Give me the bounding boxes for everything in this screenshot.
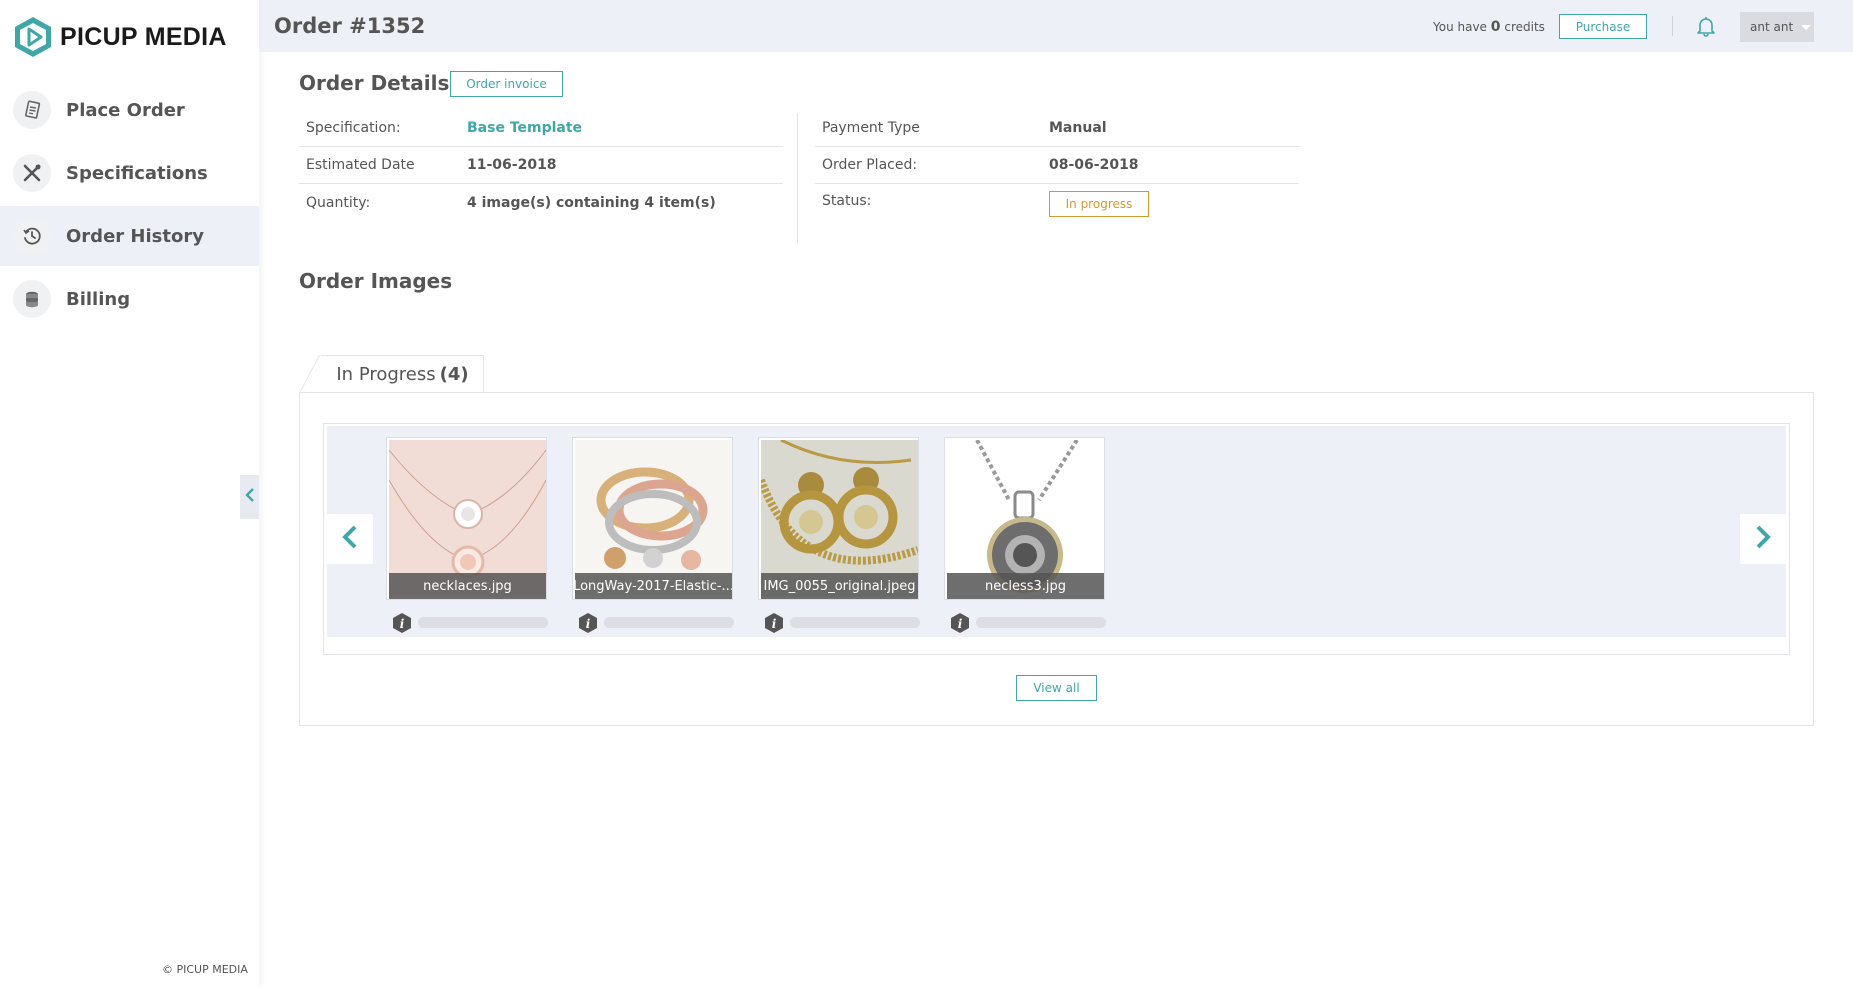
tab-in-progress[interactable]: In Progress (4)	[322, 356, 483, 392]
tab-label: In Progress	[336, 363, 436, 385]
image-thumbnail[interactable]: necklaces.jpg	[386, 437, 547, 600]
brand-logo[interactable]: PICUP MEDIA	[14, 15, 227, 59]
top-header: Order #1352 You have 0 credits Purchase …	[259, 0, 1853, 52]
page-title: Order #1352	[274, 14, 426, 38]
sidebar-item-billing[interactable]: Billing	[0, 269, 259, 329]
detail-row-order-placed: Order Placed: 08-06-2018	[815, 147, 1299, 184]
progress-bar	[418, 617, 548, 628]
detail-value: 11-06-2018	[467, 157, 557, 173]
detail-label: Status:	[822, 193, 872, 209]
svg-text:i: i	[958, 617, 963, 631]
image-filename: necklaces.jpg	[389, 573, 546, 599]
app: PICUP MEDIA Place Order Specifications O…	[0, 0, 1853, 988]
info-icon[interactable]: i	[391, 612, 413, 634]
detail-row-status: Status: In progress	[815, 184, 1299, 228]
order-invoice-button[interactable]: Order invoice	[450, 71, 563, 97]
detail-value: 08-06-2018	[1049, 157, 1139, 173]
order-images-title: Order Images	[299, 269, 453, 293]
detail-row-payment-type: Payment Type Manual	[815, 110, 1299, 147]
bell-icon[interactable]	[1694, 14, 1718, 38]
receipt-icon	[13, 91, 51, 129]
brand-name: PICUP MEDIA	[60, 22, 227, 51]
sidebar-item-place-order[interactable]: Place Order	[0, 80, 259, 140]
info-icon[interactable]: i	[577, 612, 599, 634]
sidebar-item-specifications[interactable]: Specifications	[0, 143, 259, 203]
sidebar: PICUP MEDIA Place Order Specifications O…	[0, 0, 259, 988]
image-thumbnail[interactable]: IMG_0055_original.jpeg	[758, 437, 919, 600]
credits-prefix: You have	[1433, 20, 1487, 34]
detail-row-specification: Specification: Base Template	[299, 110, 783, 147]
detail-row-quantity: Quantity: 4 image(s) containing 4 item(s…	[299, 184, 783, 221]
purchase-button[interactable]: Purchase	[1559, 14, 1647, 39]
credits-value: 0	[1490, 19, 1501, 35]
progress-bar	[790, 617, 920, 628]
detail-label: Specification:	[306, 120, 401, 136]
detail-label: Order Placed:	[822, 157, 918, 173]
coins-icon	[13, 280, 51, 318]
progress-bar	[604, 617, 734, 628]
tools-icon	[13, 154, 51, 192]
svg-text:i: i	[772, 617, 777, 631]
progress-bar	[976, 617, 1106, 628]
image-filename: necless3.jpg	[947, 573, 1104, 599]
detail-label: Estimated Date	[306, 157, 415, 173]
view-all-button[interactable]: View all	[1016, 675, 1097, 701]
info-icon[interactable]: i	[949, 612, 971, 634]
chevron-left-icon	[244, 487, 255, 507]
detail-value: Manual	[1049, 120, 1107, 136]
chevron-right-icon	[1755, 524, 1771, 554]
sidebar-item-label: Specifications	[66, 162, 208, 184]
detail-row-estimated-date: Estimated Date 11-06-2018	[299, 147, 783, 184]
user-name: ant ant	[1750, 20, 1794, 34]
gallery-prev-button[interactable]	[327, 514, 373, 564]
order-details-right: Payment Type Manual Order Placed: 08-06-…	[815, 110, 1299, 228]
detail-label: Payment Type	[822, 120, 920, 136]
specification-link[interactable]: Base Template	[467, 120, 582, 136]
detail-label: Quantity:	[306, 194, 371, 211]
image-filename: LongWay-2017-Elastic-...	[575, 573, 732, 599]
header-divider	[1672, 16, 1673, 36]
credits-text: You have 0 credits	[1433, 19, 1545, 35]
sidebar-nav: Place Order Specifications Order History…	[0, 80, 259, 332]
sidebar-item-label: Place Order	[66, 99, 185, 121]
copyright: © PICUP MEDIA	[162, 963, 248, 976]
svg-text:i: i	[586, 617, 591, 631]
image-thumbnail[interactable]: necless3.jpg	[944, 437, 1105, 600]
sidebar-collapse-button[interactable]	[240, 475, 259, 519]
info-icon[interactable]: i	[763, 612, 785, 634]
user-menu-dropdown[interactable]: ant ant	[1740, 12, 1814, 42]
image-thumbnail[interactable]: LongWay-2017-Elastic-...	[572, 437, 733, 600]
image-filename: IMG_0055_original.jpeg	[761, 573, 918, 599]
gallery-next-button[interactable]	[1740, 514, 1786, 564]
detail-value: 4 image(s) containing 4 item(s)	[467, 194, 716, 211]
chevron-left-icon	[342, 524, 358, 554]
history-icon	[13, 217, 51, 255]
status-badge: In progress	[1049, 191, 1149, 217]
tab-count: (4)	[439, 363, 469, 385]
sidebar-item-label: Billing	[66, 288, 131, 310]
order-details-title: Order Details	[299, 71, 450, 95]
order-details-left: Specification: Base Template Estimated D…	[299, 110, 783, 221]
sidebar-item-order-history[interactable]: Order History	[0, 206, 259, 266]
sidebar-item-label: Order History	[66, 225, 204, 247]
svg-text:i: i	[400, 617, 405, 631]
logo-hexagon-icon	[14, 16, 52, 58]
chevron-down-icon	[1801, 24, 1812, 30]
credits-suffix: credits	[1504, 20, 1545, 34]
details-column-divider	[797, 113, 798, 243]
